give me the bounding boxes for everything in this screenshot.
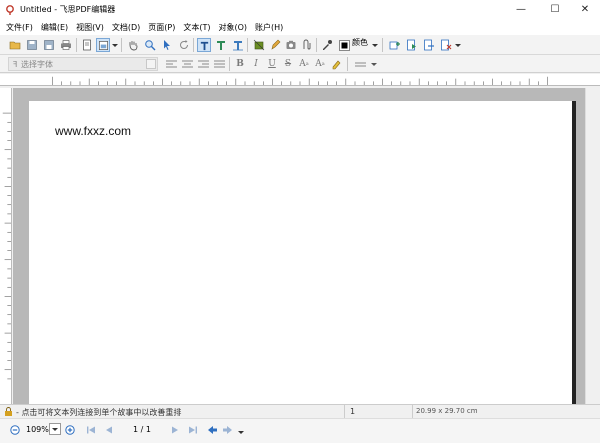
- zoom-dropdown[interactable]: [49, 423, 61, 435]
- pdf-page[interactable]: [29, 101, 572, 405]
- menu-text[interactable]: 文本(T): [183, 22, 210, 33]
- close-button[interactable]: ✕: [570, 0, 600, 19]
- color-label[interactable]: 颜色: [352, 37, 368, 48]
- align-right-icon[interactable]: [196, 57, 210, 71]
- page-edge: [572, 101, 576, 405]
- zoom-level[interactable]: 109%: [26, 425, 49, 434]
- italic-button[interactable]: I: [249, 57, 263, 71]
- zoom-in-icon[interactable]: [65, 425, 75, 435]
- last-page-icon[interactable]: [188, 425, 198, 435]
- status-hint-text: 点击可将文本列连接到单个故事中以改善重排: [21, 408, 182, 417]
- align-justify-icon[interactable]: [212, 57, 226, 71]
- text-edit-icon[interactable]: [214, 38, 228, 52]
- hand-tool-icon[interactable]: [126, 38, 140, 52]
- pen-tool-icon[interactable]: [268, 38, 282, 52]
- history-dropdown-icon[interactable]: [238, 425, 244, 435]
- menu-edit[interactable]: 编辑(E): [41, 22, 68, 33]
- font-select[interactable]: ꟻ 选择字体: [8, 57, 158, 71]
- subscript-button[interactable]: Aa: [313, 57, 327, 71]
- menu-account[interactable]: 账户(H): [255, 22, 283, 33]
- horizontal-ruler: [0, 74, 600, 86]
- minimize-button[interactable]: —: [506, 0, 536, 19]
- maximize-button[interactable]: ☐: [540, 0, 570, 19]
- layout-dropdown-icon[interactable]: [111, 38, 119, 52]
- font-select-placeholder: 选择字体: [21, 59, 53, 69]
- select-arrow-icon[interactable]: [160, 38, 174, 52]
- superscript-button[interactable]: Aa: [297, 57, 311, 71]
- open-folder-icon[interactable]: [8, 38, 22, 52]
- lock-icon: [5, 407, 12, 416]
- underline-button[interactable]: U: [265, 57, 279, 71]
- eyedropper-icon[interactable]: [320, 38, 334, 52]
- menu-object[interactable]: 对象(O): [218, 22, 247, 33]
- align-left-icon[interactable]: [164, 57, 178, 71]
- menu-view[interactable]: 视图(V): [76, 22, 104, 33]
- color-dropdown-icon[interactable]: [371, 38, 379, 52]
- window-title: Untitled - 飞思PDF编辑器: [20, 5, 116, 14]
- vertical-ruler: [0, 88, 12, 404]
- image-tool-icon[interactable]: [284, 38, 298, 52]
- history-forward-icon[interactable]: [222, 425, 233, 435]
- align-center-icon[interactable]: [180, 57, 194, 71]
- font-dropdown-icon[interactable]: [146, 59, 156, 69]
- next-page-nav-icon[interactable]: [170, 425, 180, 435]
- format-toolbar: ꟻ 选择字体 B I U S Aa Aa: [0, 55, 600, 73]
- status-page-size: 20.99 x 29.70 cm: [416, 407, 478, 415]
- line-spacing-dropdown-icon[interactable]: [370, 57, 378, 71]
- menu-bar: 文件(F) 编辑(E) 视图(V) 文档(D) 页面(P) 文本(T) 对象(O…: [0, 19, 600, 35]
- history-back-icon[interactable]: [207, 425, 218, 435]
- rotate-icon[interactable]: [177, 38, 191, 52]
- page-properties-icon[interactable]: [80, 38, 94, 52]
- previous-page-icon[interactable]: [104, 425, 114, 435]
- menu-page[interactable]: 页面(P): [148, 22, 175, 33]
- zoom-tool-icon[interactable]: [143, 38, 157, 52]
- highlight-icon[interactable]: [329, 57, 343, 71]
- line-spacing-icon[interactable]: [353, 57, 367, 71]
- color-swatch-icon[interactable]: [337, 38, 351, 52]
- strikethrough-button[interactable]: S: [281, 57, 295, 71]
- app-logo-icon: [6, 4, 14, 15]
- menu-file[interactable]: 文件(F): [6, 22, 33, 33]
- page-layout-icon[interactable]: [96, 38, 110, 52]
- page-tools-dropdown-icon[interactable]: [454, 38, 462, 52]
- status-divider: [344, 405, 345, 419]
- status-bar: - 点击可将文本列连接到单个故事中以改善重排 1 20.99 x 29.70 c…: [0, 404, 600, 419]
- status-hint: - 点击可将文本列连接到单个故事中以改善重排: [16, 408, 182, 417]
- bold-button[interactable]: B: [233, 57, 247, 71]
- navigation-bar: 109% 1 / 1: [0, 418, 600, 443]
- zoom-out-icon[interactable]: [10, 425, 20, 435]
- shape-tool-icon[interactable]: [252, 38, 266, 52]
- status-divider: [412, 405, 413, 419]
- menu-document[interactable]: 文档(D): [112, 22, 140, 33]
- zoom-dropdown-icon: [52, 428, 58, 431]
- save-icon[interactable]: [25, 38, 39, 52]
- first-page-icon[interactable]: [86, 425, 96, 435]
- text-column-icon[interactable]: [231, 38, 245, 52]
- insert-page-icon[interactable]: [388, 38, 402, 52]
- link-tool-icon[interactable]: [300, 38, 314, 52]
- text-tool-icon[interactable]: [197, 38, 211, 52]
- main-toolbar: [0, 35, 600, 55]
- status-page-number: 1: [350, 407, 356, 416]
- print-icon[interactable]: [59, 38, 73, 52]
- page-counter[interactable]: 1 / 1: [128, 425, 156, 434]
- page-text-block[interactable]: www.fxxz.com: [55, 124, 131, 138]
- save-as-icon[interactable]: [42, 38, 56, 52]
- extract-page-icon[interactable]: [422, 38, 436, 52]
- next-page-icon[interactable]: [405, 38, 419, 52]
- vertical-scrollbar[interactable]: [585, 88, 600, 404]
- delete-page-icon[interactable]: [439, 38, 453, 52]
- font-icon: ꟻ: [12, 59, 18, 69]
